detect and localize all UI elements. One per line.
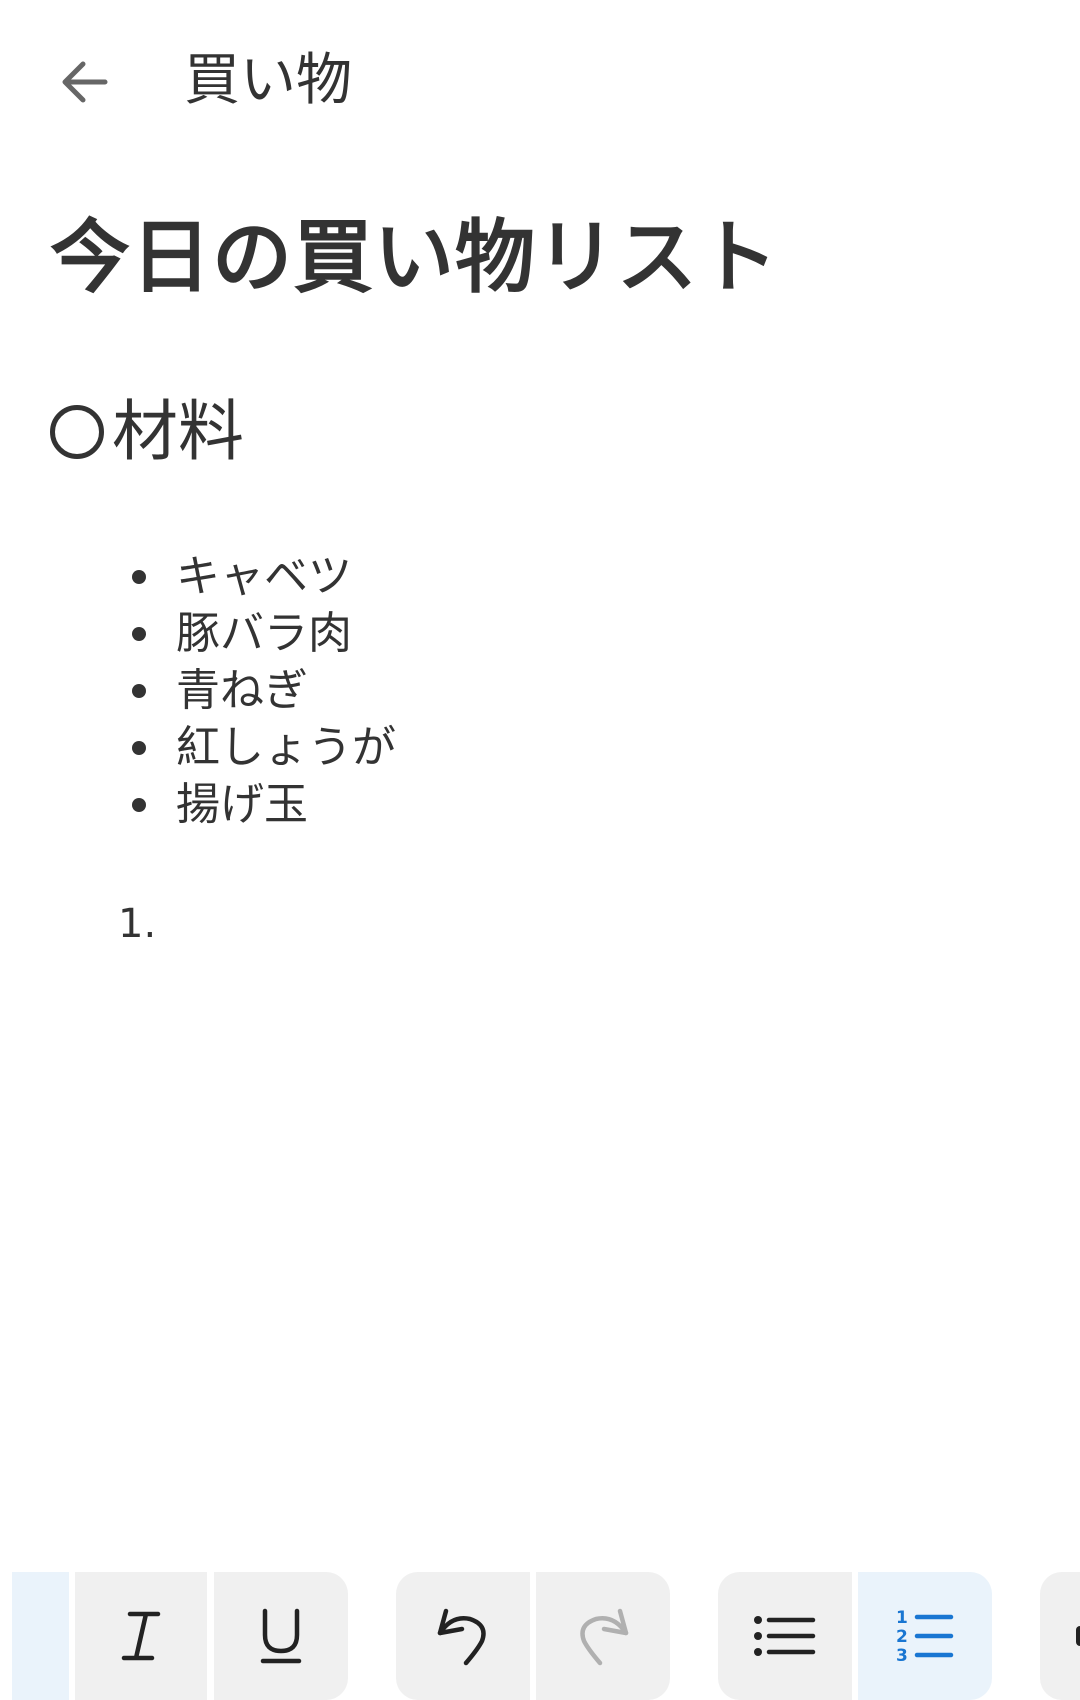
- svg-text:2: 2: [896, 1627, 908, 1647]
- redo-button[interactable]: [536, 1572, 670, 1700]
- bullet-icon: [132, 569, 146, 584]
- numbered-list-icon: 1 2 3: [896, 1608, 954, 1665]
- note-folder-title: 買い物: [184, 48, 352, 113]
- app-header: 買い物: [0, 0, 1080, 160]
- numbered-list[interactable]: 1.: [118, 896, 156, 952]
- svg-text:3: 3: [896, 1646, 908, 1665]
- italic-icon: [121, 1611, 161, 1661]
- arrow-left-icon: [62, 61, 108, 103]
- circle-icon: [50, 405, 104, 459]
- more-icon: [1076, 1626, 1080, 1646]
- list-item-text: 紅しょうが: [176, 722, 396, 773]
- list-item[interactable]: キャベツ: [130, 548, 396, 605]
- list-item[interactable]: 青ねぎ: [130, 662, 396, 719]
- note-editor-screen: 買い物 今日の買い物リスト 材料 キャベツ 豚バラ肉 青ねぎ 紅しょうが 揚げ玉…: [0, 0, 1080, 1700]
- formatting-toolbar: 1 2 3: [0, 1572, 1080, 1700]
- back-button[interactable]: [54, 52, 114, 112]
- bullet-icon: [132, 626, 146, 641]
- bulleted-list-icon: [754, 1616, 816, 1656]
- section-heading[interactable]: 材料: [50, 392, 244, 472]
- numbered-list-button[interactable]: 1 2 3: [858, 1572, 992, 1700]
- bulleted-list-button[interactable]: [718, 1572, 852, 1700]
- list-item[interactable]: 紅しょうが: [130, 719, 396, 776]
- section-heading-text: 材料: [112, 393, 244, 470]
- underline-button[interactable]: [214, 1572, 348, 1700]
- list-item[interactable]: 豚バラ肉: [130, 605, 396, 662]
- redo-icon: [580, 1608, 629, 1666]
- document-title[interactable]: 今日の買い物リスト: [50, 208, 779, 308]
- list-item[interactable]: 揚げ玉: [130, 776, 396, 833]
- svg-text:1: 1: [896, 1608, 908, 1628]
- list-item-text: 揚げ玉: [176, 779, 308, 830]
- numbered-list-marker: 1.: [118, 901, 157, 947]
- bullet-icon: [132, 797, 146, 812]
- underline-icon: [260, 1608, 302, 1664]
- list-item-text: 青ねぎ: [176, 665, 308, 716]
- bulleted-list: キャベツ 豚バラ肉 青ねぎ 紅しょうが 揚げ玉: [130, 548, 396, 833]
- bold-button[interactable]: [12, 1572, 69, 1700]
- undo-icon: [437, 1608, 486, 1666]
- bullet-icon: [132, 740, 146, 755]
- more-button[interactable]: [1040, 1572, 1080, 1700]
- bullet-icon: [132, 683, 146, 698]
- list-item-text: キャベツ: [176, 551, 352, 602]
- undo-button[interactable]: [396, 1572, 530, 1700]
- list-item-text: 豚バラ肉: [176, 608, 352, 659]
- italic-button[interactable]: [75, 1572, 207, 1700]
